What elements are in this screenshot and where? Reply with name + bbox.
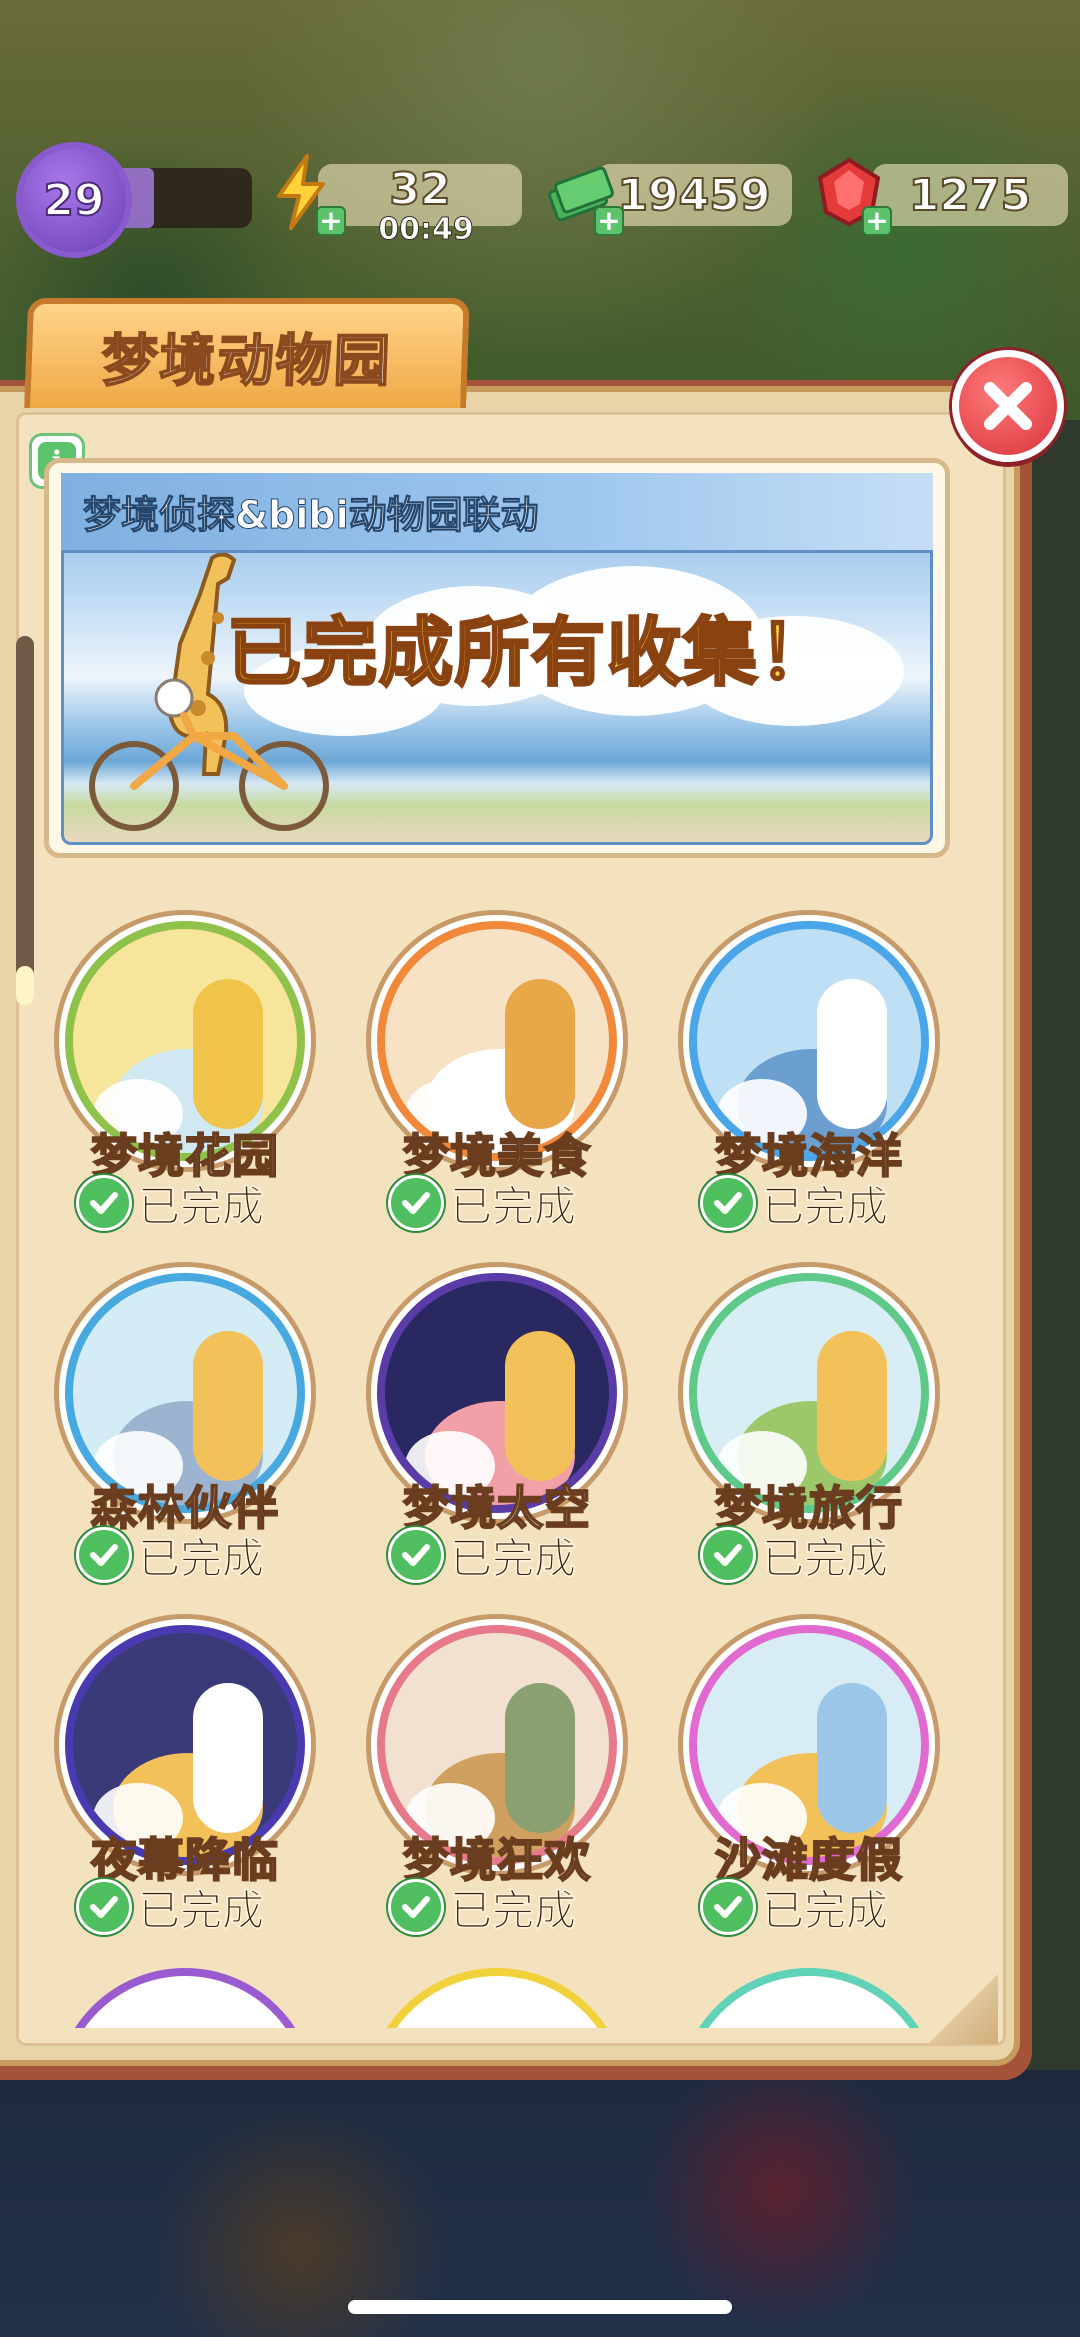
collection-status: 已完成 (700, 1878, 888, 1936)
collection-status: 已完成 (388, 1174, 576, 1232)
status-label: 已完成 (450, 1181, 577, 1231)
cash-counter[interactable]: 19459 (596, 164, 792, 226)
check-icon (388, 1879, 444, 1935)
banner-title: 梦境侦探&bibi动物园联动 (83, 493, 540, 538)
check-icon (388, 1527, 444, 1583)
collection-status: 已完成 (700, 1526, 888, 1584)
gem-value: 1275 (908, 169, 1032, 222)
check-icon (700, 1527, 756, 1583)
banner-header: 梦境侦探&bibi动物园联动 (61, 473, 933, 553)
panel-title-tab: 梦境动物园 (24, 298, 470, 408)
resource-bar: 29 32 + 00:49 19459 + 1275 + (0, 140, 1080, 252)
level-progress-bar (112, 168, 252, 228)
collection-status: 已完成 (76, 1878, 264, 1936)
status-label: 已完成 (762, 1885, 889, 1935)
level-badge[interactable]: 29 (22, 148, 126, 252)
panel-title: 梦境动物园 (100, 328, 394, 395)
partial-collection-item (366, 1968, 628, 2028)
collection-item[interactable]: 梦境海洋 已完成 (678, 910, 940, 1240)
status-label: 已完成 (762, 1533, 889, 1583)
energy-plus-button[interactable]: + (316, 206, 346, 236)
status-label: 已完成 (138, 1533, 265, 1583)
collection-item[interactable]: 梦境太空 已完成 (366, 1262, 628, 1592)
scrollbar-thumb[interactable] (16, 966, 34, 1006)
check-icon (388, 1175, 444, 1231)
check-icon (700, 1175, 756, 1231)
close-icon (984, 382, 1032, 430)
check-icon (700, 1879, 756, 1935)
event-banner: 梦境侦探&bibi动物园联动 已完成所有收集！ (44, 458, 950, 858)
collection-item[interactable]: 梦境花园 已完成 (54, 910, 316, 1240)
energy-value: 32 (388, 163, 451, 216)
status-label: 已完成 (762, 1181, 889, 1231)
close-button[interactable] (952, 350, 1064, 462)
cash-plus-button[interactable]: + (594, 206, 624, 236)
home-indicator[interactable] (348, 2300, 732, 2314)
collection-status: 已完成 (388, 1526, 576, 1584)
status-label: 已完成 (138, 1181, 265, 1231)
bike-illustration (89, 712, 329, 831)
collection-item[interactable]: 梦境美食 已完成 (366, 910, 628, 1240)
gem-counter[interactable]: 1275 (872, 164, 1068, 226)
collection-item[interactable]: 梦境狂欢 已完成 (366, 1614, 628, 1944)
banner-message: 已完成所有收集！ (226, 609, 835, 698)
partial-collection-item (678, 1968, 940, 2028)
status-label: 已完成 (138, 1885, 265, 1935)
check-icon (76, 1527, 132, 1583)
collection-status: 已完成 (700, 1174, 888, 1232)
check-icon (76, 1879, 132, 1935)
status-label: 已完成 (450, 1533, 577, 1583)
partial-collection-item (54, 1968, 316, 2028)
collection-item[interactable]: 夜幕降临 已完成 (54, 1614, 316, 1944)
energy-timer: 00:49 (378, 212, 475, 248)
cash-value: 19459 (616, 169, 771, 222)
check-icon (76, 1175, 132, 1231)
collection-status: 已完成 (388, 1878, 576, 1936)
status-label: 已完成 (450, 1885, 577, 1935)
collection-item[interactable]: 梦境旅行 已完成 (678, 1262, 940, 1592)
collection-status: 已完成 (76, 1174, 264, 1232)
scrollbar[interactable] (16, 636, 34, 1006)
collection-status: 已完成 (76, 1526, 264, 1584)
collection-item[interactable]: 沙滩度假 已完成 (678, 1614, 940, 1944)
gem-plus-button[interactable]: + (862, 206, 892, 236)
collection-item[interactable]: 森林伙伴 已完成 (54, 1262, 316, 1592)
background-scene-bottom (0, 2070, 1080, 2337)
